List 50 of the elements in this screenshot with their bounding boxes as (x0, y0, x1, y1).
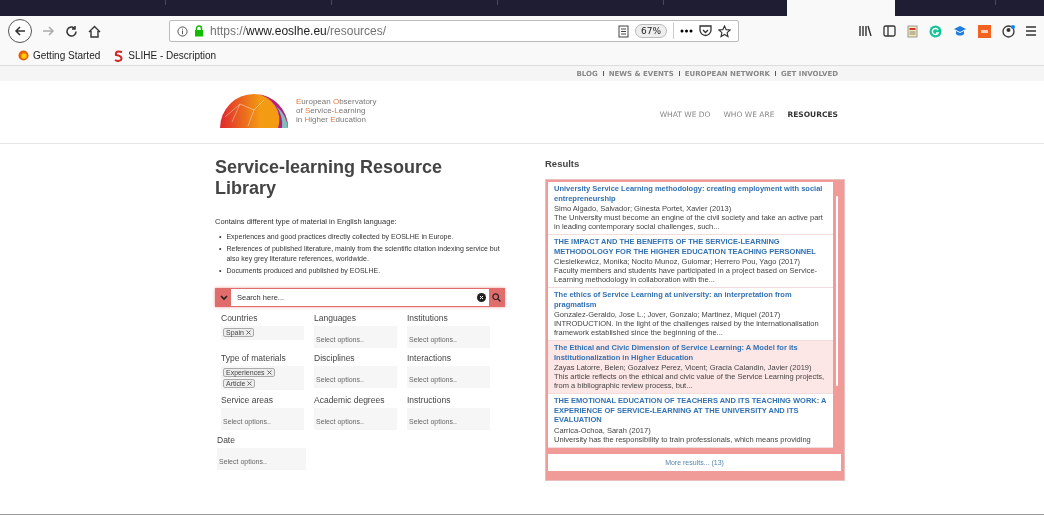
remove-icon[interactable] (245, 330, 251, 335)
firefox-icon (18, 50, 29, 61)
account-icon[interactable] (1002, 24, 1015, 38)
back-button[interactable] (8, 19, 32, 43)
filter-label: Interactions (407, 353, 452, 363)
remove-icon[interactable] (266, 370, 272, 375)
logo-text: in Higher Education (296, 114, 367, 124)
filter-label: Instructions (407, 395, 452, 405)
sidebar-icon[interactable] (883, 25, 896, 37)
bookmark-link[interactable]: SLIHE - Description (128, 50, 217, 61)
bookmark-link[interactable]: Getting Started (33, 50, 101, 61)
reader-view-icon[interactable] (618, 24, 629, 38)
logo-text: of Service-Learning (296, 105, 366, 115)
search-icon (492, 293, 501, 302)
reload-icon[interactable] (65, 24, 78, 38)
s-logo-icon (114, 49, 125, 62)
notes-icon[interactable] (907, 24, 918, 38)
filter-label: Service areas (221, 395, 274, 405)
home-icon[interactable] (88, 24, 101, 38)
extension-icon[interactable] (978, 24, 991, 38)
filter-label: Institutions (407, 313, 449, 323)
clear-icon[interactable] (477, 293, 486, 302)
page-title: Service-learning Resource Library (215, 157, 444, 199)
filter-label: Academic degrees (314, 395, 386, 405)
logo-icon (220, 92, 288, 128)
menu-icon[interactable] (1026, 26, 1036, 36)
library-icon[interactable] (859, 25, 872, 37)
result-item[interactable] (548, 341, 833, 394)
filter-label: Type of materials (221, 353, 287, 363)
chevron-down-icon (219, 294, 228, 301)
scrollbar-thumb[interactable] (836, 196, 838, 386)
pocket-icon[interactable] (699, 25, 712, 37)
back-arrow-icon (14, 25, 26, 37)
url-text: https://www.eoslhe.eu/resources/ (210, 24, 388, 38)
dropdown-toggle[interactable] (216, 289, 231, 306)
search-button[interactable] (489, 289, 504, 306)
star-icon[interactable] (718, 24, 731, 38)
zoom-badge[interactable]: 67% (635, 24, 667, 38)
filter-label: Countries (221, 313, 259, 323)
logo-text: European Observatory (296, 96, 377, 106)
results-heading: Results (545, 158, 581, 169)
graduation-cap-icon[interactable] (953, 25, 967, 37)
address-bar[interactable]: https://www.eoslhe.eu/resources/ 67% (169, 20, 739, 42)
filter-label: Date (217, 435, 236, 445)
more-icon[interactable] (680, 29, 693, 33)
lock-icon (194, 25, 204, 37)
filter-label: Languages (314, 313, 358, 323)
info-icon[interactable] (177, 25, 188, 37)
filter-label: Disciplines (314, 353, 356, 363)
remove-icon[interactable] (247, 381, 253, 386)
